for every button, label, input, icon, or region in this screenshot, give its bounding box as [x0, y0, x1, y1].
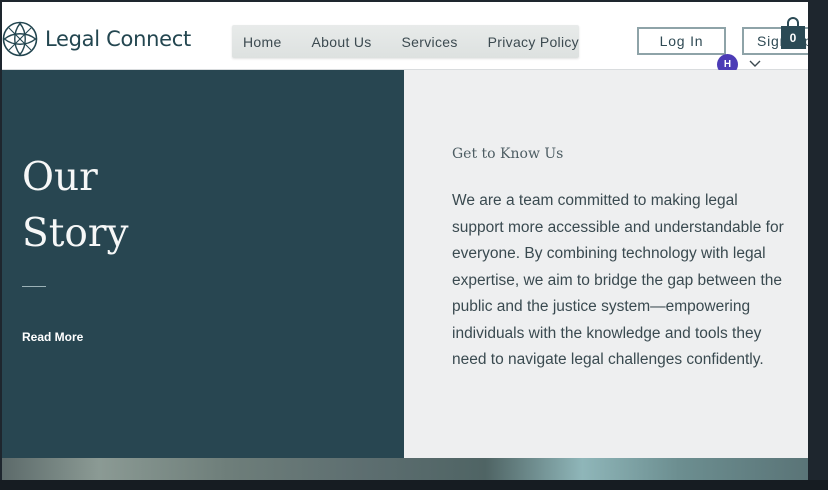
main-nav: Home About Us Services Privacy Policy	[232, 25, 579, 58]
nav-item-about-us[interactable]: About Us	[312, 34, 372, 50]
cart-count: 0	[789, 31, 797, 45]
nav-item-services[interactable]: Services	[402, 34, 458, 50]
story-panel: Our Story Read More	[2, 70, 404, 458]
story-title-line2: Story	[22, 211, 129, 256]
window-bottom-bar	[0, 480, 828, 490]
about-paragraph: We are a team committed to making legal …	[452, 192, 784, 368]
nav-item-privacy-policy[interactable]: Privacy Policy	[488, 34, 579, 50]
page-frame: Legal Connect Home About Us Services Pri…	[2, 2, 808, 480]
nav-item-home[interactable]: Home	[243, 34, 282, 50]
story-title: Our Story	[22, 150, 129, 262]
brand-logo[interactable]: Legal Connect	[2, 21, 191, 57]
about-panel: Get to Know Us We are a team committed t…	[404, 70, 808, 458]
story-title-line1: Our	[22, 155, 98, 200]
cart-button[interactable]: 0	[780, 16, 806, 50]
site-header: Legal Connect Home About Us Services Pri…	[2, 2, 808, 75]
brand-name: Legal Connect	[45, 27, 191, 51]
login-button[interactable]: Log In	[637, 27, 726, 55]
section-eyebrow: Get to Know Us	[452, 146, 564, 162]
read-more-link[interactable]: Read More	[22, 330, 83, 344]
knot-logo-icon	[2, 21, 38, 57]
chevron-down-icon[interactable]	[748, 58, 762, 70]
title-divider	[22, 286, 46, 287]
hero-image	[2, 458, 808, 480]
